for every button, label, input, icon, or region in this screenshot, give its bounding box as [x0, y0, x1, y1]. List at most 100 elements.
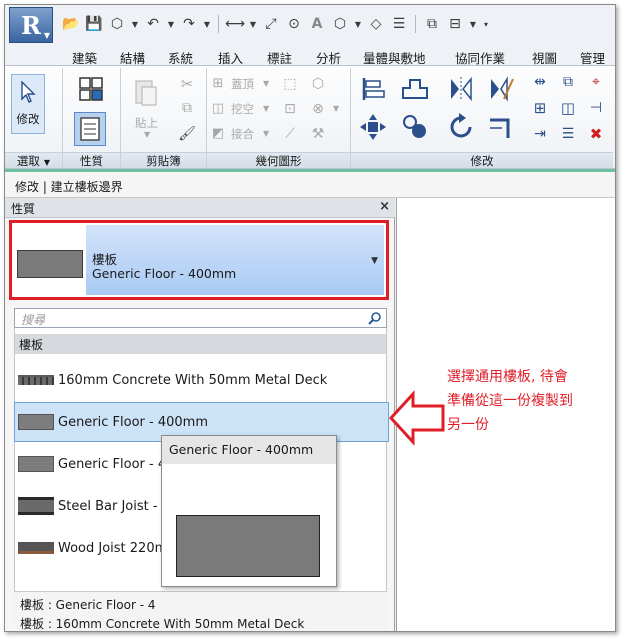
chevron-down-icon[interactable]: ▼	[248, 14, 258, 34]
switch-windows-icon[interactable]: ⊟	[445, 14, 465, 34]
split-icon[interactable]: ⇥	[529, 124, 551, 144]
panel-geometry: ⊞ 蓋頂 ▼ ◫ 挖空 ▼ ◩ 接合 ▼ ⬚ ⬡ ⊡ ⊗ ⟋ ⚒ ▼ 幾何圖形	[207, 68, 351, 168]
search-icon[interactable]	[368, 311, 382, 328]
cursor-arrow-icon	[21, 81, 36, 103]
beam-join-icon[interactable]: ⟋	[279, 124, 301, 144]
text-icon[interactable]: A	[307, 14, 327, 34]
paint-icon[interactable]: ⬡	[307, 74, 329, 94]
recent-item[interactable]: 樓板 : Generic Floor - 4	[20, 596, 155, 613]
rotate-icon[interactable]	[445, 110, 477, 144]
trim-extend-icon[interactable]	[485, 110, 517, 144]
application-menu-button[interactable]: R ▼	[9, 7, 53, 43]
match-properties-icon[interactable]: 🖌	[177, 124, 197, 144]
chevron-down-icon: ▼	[144, 130, 151, 139]
sync-icon[interactable]: ⬡	[107, 14, 127, 34]
copy-move-icon[interactable]	[399, 110, 431, 144]
chevron-down-icon: ▼	[263, 79, 270, 88]
chevron-down-icon[interactable]: ▼	[166, 14, 176, 34]
type-search-input[interactable]: 搜尋	[14, 308, 387, 328]
join-icon[interactable]: ◩	[209, 124, 227, 142]
thin-lines-icon[interactable]: ☰	[389, 14, 409, 34]
panel-select: 修改 選取 ▼	[5, 68, 63, 168]
properties-button[interactable]	[74, 112, 106, 146]
save-icon[interactable]: 💾	[84, 14, 104, 34]
unpin-icon[interactable]: ⌖	[585, 72, 607, 92]
open-icon[interactable]: 📂	[61, 14, 81, 34]
panel-label-properties: 性質	[63, 152, 120, 168]
paste-label: 貼上	[135, 116, 158, 130]
type-properties-button[interactable]	[75, 74, 107, 104]
split-face-icon[interactable]: ⬚	[279, 74, 301, 94]
panel-label-select[interactable]: 選取 ▼	[5, 152, 62, 168]
type-properties-icon	[79, 77, 103, 101]
measure-icon[interactable]: ⟷	[225, 14, 245, 34]
pin-icon[interactable]: ⊣	[585, 98, 607, 118]
cut-geometry-icon[interactable]: ◫	[209, 99, 227, 117]
cope-label: 蓋頂	[231, 77, 254, 91]
panel-label-modify: 修改	[351, 152, 613, 168]
remove-paint-icon[interactable]: ⊗	[307, 99, 329, 119]
annotation-arrow-icon	[388, 389, 447, 450]
wood-joist-swatch	[18, 542, 54, 554]
annotation-line: 準備從這一份複製到	[447, 393, 573, 409]
qat-strip: 📂 💾 ⬡ ▼ ↶ ▼ ↷ ▼ ⟷ ▼ ⤢ ⊙ A ⬡ ▼ ◇ ☰ ⧉ ⊟ ▼ …	[61, 13, 491, 35]
chevron-down-icon[interactable]: ▼	[353, 14, 363, 34]
annotation-line: 選擇通用樓板, 待會	[447, 369, 568, 385]
demolish-icon[interactable]: ⚒	[307, 124, 329, 144]
wall-joins-icon[interactable]: ⊡	[279, 99, 301, 119]
modify-button-label: 修改	[16, 112, 40, 126]
section-icon[interactable]: ◇	[366, 14, 386, 34]
copy-element-icon[interactable]: ⧉	[557, 72, 579, 92]
properties-title: 性質	[11, 202, 36, 216]
steel-joist-swatch	[18, 497, 54, 515]
chevron-down-icon[interactable]: ▼	[468, 14, 478, 34]
join-label: 接合	[231, 127, 254, 141]
delete-icon[interactable]: ✖	[585, 124, 607, 144]
close-icon[interactable]: ×	[379, 199, 390, 214]
move-icon[interactable]: ⇹	[529, 72, 551, 92]
search-placeholder: 搜尋	[21, 313, 46, 327]
type-selector[interactable]: 樓板 Generic Floor - 400mm ▼	[9, 220, 389, 300]
floor-swatch	[17, 250, 83, 278]
paste-button[interactable]	[129, 74, 163, 110]
properties-palette-icon	[80, 117, 100, 141]
panel-clipboard: 貼上 ▼ ✂ ⧉ 🖌 剪貼簿	[121, 68, 207, 168]
chevron-down-icon[interactable]: ▼	[371, 256, 378, 266]
metal-deck-swatch	[18, 375, 54, 385]
split-gap-icon[interactable]: ☰	[557, 124, 579, 144]
revit-window: R ▼ 📂 💾 ⬡ ▼ ↶ ▼ ↷ ▼ ⟷ ▼ ⤢ ⊙ A ⬡ ▼ ◇ ☰ ⧉ …	[4, 4, 616, 632]
recent-item[interactable]: 樓板 : 160mm Concrete With 50mm Metal Deck	[20, 615, 304, 631]
customize-qat-icon[interactable]: ▾	[481, 14, 491, 34]
chevron-down-icon: ▼	[263, 129, 270, 138]
panel-properties: 性質	[63, 68, 121, 168]
redo-icon[interactable]: ↷	[179, 14, 199, 34]
separator	[415, 15, 416, 33]
copy-icon[interactable]: ⧉	[177, 98, 197, 118]
close-hidden-icon[interactable]: ⧉	[422, 14, 442, 34]
mirror-draw-icon[interactable]	[485, 74, 517, 104]
scale-icon[interactable]: ◫	[557, 98, 579, 118]
annotation-line: 另一份	[447, 417, 489, 433]
undo-icon[interactable]: ↶	[143, 14, 163, 34]
array-icon[interactable]: ⊞	[529, 98, 551, 118]
cut-icon[interactable]: ✂	[177, 74, 197, 94]
tooltip-floor-preview	[176, 515, 320, 577]
context-breadcrumb: 修改 | 建立樓板邊界	[5, 172, 615, 198]
cope-icon[interactable]: ⊞	[209, 74, 227, 92]
dimension-icon[interactable]: ⤢	[261, 14, 281, 34]
move-arrows-icon[interactable]	[357, 110, 389, 144]
chevron-down-icon: ▼	[263, 104, 270, 113]
mirror-axis-icon[interactable]	[445, 74, 477, 104]
modify-button[interactable]: 修改	[11, 74, 45, 134]
offset-icon[interactable]	[399, 74, 431, 104]
list-item[interactable]: 160mm Concrete With 50mm Metal Deck	[15, 360, 388, 400]
tag-icon[interactable]: ⊙	[284, 14, 304, 34]
align-icon[interactable]	[357, 74, 389, 104]
separator	[218, 15, 219, 33]
chevron-down-icon[interactable]: ▼	[202, 14, 212, 34]
chevron-down-icon: ▼	[43, 158, 51, 167]
3d-view-icon[interactable]: ⬡	[330, 14, 350, 34]
chevron-down-icon[interactable]: ▼	[130, 14, 140, 34]
panel-modify: ⇹ ⧉ ⌖ ⊞ ◫ ⊣ ⇥ ☰ ✖ 修改	[351, 68, 613, 168]
generic-floor-swatch	[18, 456, 54, 472]
